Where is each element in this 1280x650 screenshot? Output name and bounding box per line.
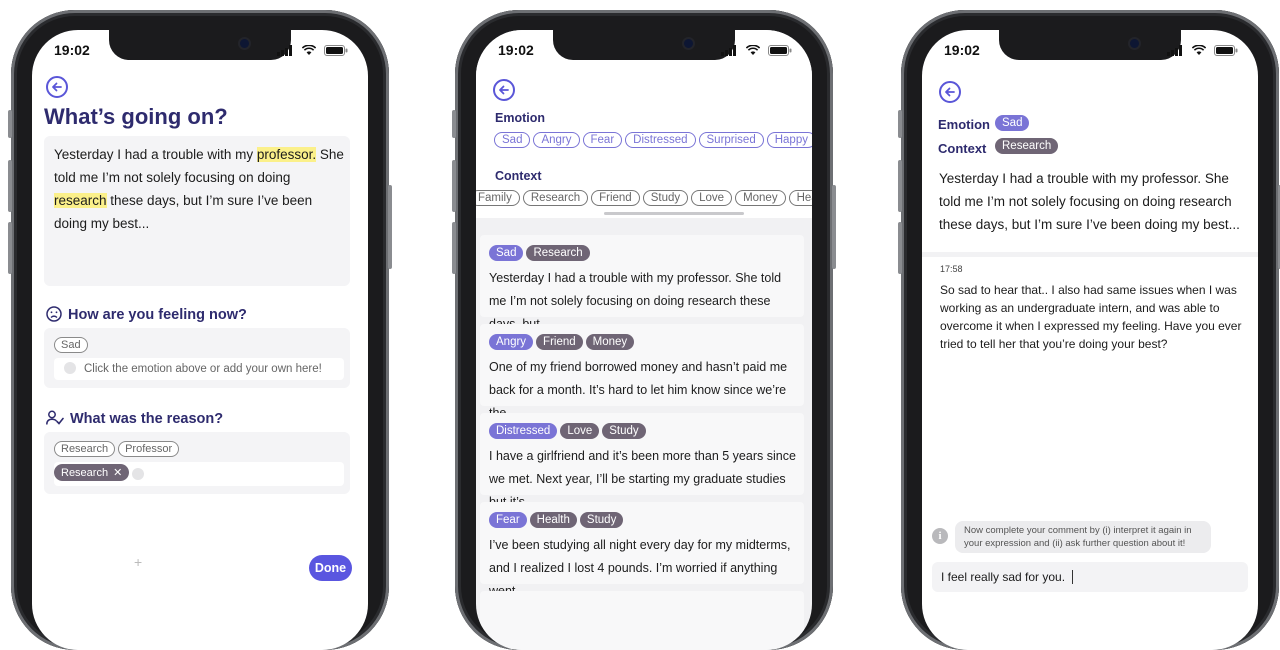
wifi-icon [1191,45,1206,55]
entry-context-tag: Money [585,334,635,350]
screen-comment: 19:02 Emotion Sad Context Research Yeste… [922,30,1258,650]
emotion-filter-chips: Sad Angry Fear Distressed Surprised Happy [494,130,812,148]
signal-icon [1167,45,1183,56]
filter-chip-emotion[interactable]: Sad [494,132,531,148]
feeling-question: How are you feeling now? [46,306,247,323]
filter-chip-emotion[interactable]: Distressed [625,132,696,148]
status-time: 19:02 [498,42,534,58]
filter-chip-context[interactable]: Health [788,190,812,206]
reason-card: Research Professor Research ✕ [44,432,350,494]
emotion-radio [64,362,76,374]
text-cursor [1072,570,1073,584]
battery-icon [324,45,348,56]
divider [922,252,1258,257]
page-title: What’s going on? [44,104,228,129]
entry-emotion-tag: Distressed [489,423,558,439]
battery-icon [1214,45,1238,56]
entry-emotion-tag: Sad [995,115,1030,131]
comment-text: So sad to hear that.. I also had same is… [940,283,1242,351]
status-time: 19:02 [944,42,980,58]
arrow-left-icon [499,85,509,95]
entry-row[interactable]: Angry Friend Money One of my friend borrow… [480,324,804,420]
filter-chip-emotion[interactable]: Angry [533,132,580,148]
entry-context-tag: Research [995,138,1059,154]
entry-emotion-tag: Fear [489,512,527,528]
wifi-icon [745,45,760,55]
entry-context-tag: Research [526,245,590,261]
screen-compose: 19:02 What’s going on? Yesterday I had a… [32,30,368,650]
entry-text: Yesterday I had a trouble with my profes… [939,171,1240,232]
filter-chip-emotion[interactable]: Fear [582,132,623,148]
entry-row[interactable] [480,591,804,650]
entry-row[interactable]: Sad Research Yesterday I had a trouble wi… [480,235,804,331]
phone-frame-2: 19:02 Emotion Sad Angry Fear Distressed Surp… [452,10,836,650]
context-label: Context [938,141,987,156]
plus-icon[interactable]: + [134,554,142,570]
reason-radio [132,468,144,480]
entry-context-tag: Study [579,512,624,528]
comment-time: 17:58 [940,264,963,274]
entry-row[interactable]: Distressed Love Study I have a girlfriend … [480,413,804,509]
signal-icon [277,45,293,56]
emotion-label: Emotion [938,117,990,132]
comment-input[interactable]: I feel really sad for you. [932,562,1248,592]
phone-frame-3: 19:02 Emotion Sad Context Research Yeste… [898,10,1280,650]
reason-suggestion[interactable]: Research [54,441,116,457]
comment-input-value: I feel really sad for you. [941,570,1066,584]
entry-emotion-tag: Sad [489,245,524,261]
scroll-indicator[interactable] [604,212,744,215]
phone-frame-1: 19:02 What’s going on? Yesterday I had a… [8,10,392,650]
highlight-professor: professor. [256,147,317,162]
highlight-research: research [54,193,107,208]
user-check-icon [46,410,64,425]
arrow-left-icon [945,87,955,97]
hint-bubble: Now complete your comment by (i) interpr… [955,521,1211,553]
entry-row[interactable]: Fear Health Study I’ve been studying all n… [480,502,804,598]
entry-context-tag: Friend [536,334,583,350]
back-button[interactable] [493,79,515,101]
reason-input[interactable]: Research ✕ [54,462,344,486]
screen-entries: 19:02 Emotion Sad Angry Fear Distressed Surp… [476,30,812,650]
feeling-card: Sad Click the emotion above or add your … [44,328,350,388]
filter-chip-context[interactable]: Study [642,190,689,206]
remove-chip-icon[interactable]: ✕ [113,467,122,479]
wifi-icon [301,45,316,55]
battery-icon [768,45,792,56]
entry-emotion-tag: Angry [489,334,534,350]
filter-chip-context[interactable]: Family [476,190,520,206]
emotion-filter-label: Emotion [495,111,545,125]
filter-chip-emotion[interactable]: Happy [766,132,812,148]
filter-chip-context[interactable]: Friend [591,190,640,206]
arrow-left-icon [52,82,62,92]
status-bar: 19:02 [32,42,368,62]
reason-selected-chip[interactable]: Research ✕ [54,464,130,481]
entry-text: Yesterday I had a trouble with my profes… [54,147,344,231]
status-bar: 19:02 [476,42,812,62]
status-bar: 19:02 [922,42,1258,62]
emotion-suggestion-sad[interactable]: Sad [54,337,88,353]
filter-chip-context[interactable]: Research [522,190,589,206]
signal-icon [721,45,737,56]
reason-question: What was the reason? [46,410,223,427]
context-filter-label: Context [495,169,542,183]
back-button[interactable] [46,76,68,98]
info-icon: i [932,528,948,544]
done-button[interactable]: Done [309,555,352,581]
back-button[interactable] [939,81,961,103]
filter-chip-emotion[interactable]: Surprised [698,132,764,148]
emotion-input[interactable]: Click the emotion above or add your own … [54,358,344,380]
entry-context-tag: Health [529,512,577,528]
entry-textarea[interactable]: Yesterday I had a trouble with my profes… [44,136,350,286]
reason-suggestion[interactable]: Professor [118,441,180,457]
filter-chip-context[interactable]: Love [691,190,733,206]
status-time: 19:02 [54,42,90,58]
entry-context-tag: Love [560,423,600,439]
context-filter-chips[interactable]: FamilyResearchFriendStudyLoveMoneyHealth [476,188,812,208]
entry-context-tag: Study [602,423,646,439]
sad-face-icon [46,306,62,322]
filter-chip-context[interactable]: Money [735,190,786,206]
